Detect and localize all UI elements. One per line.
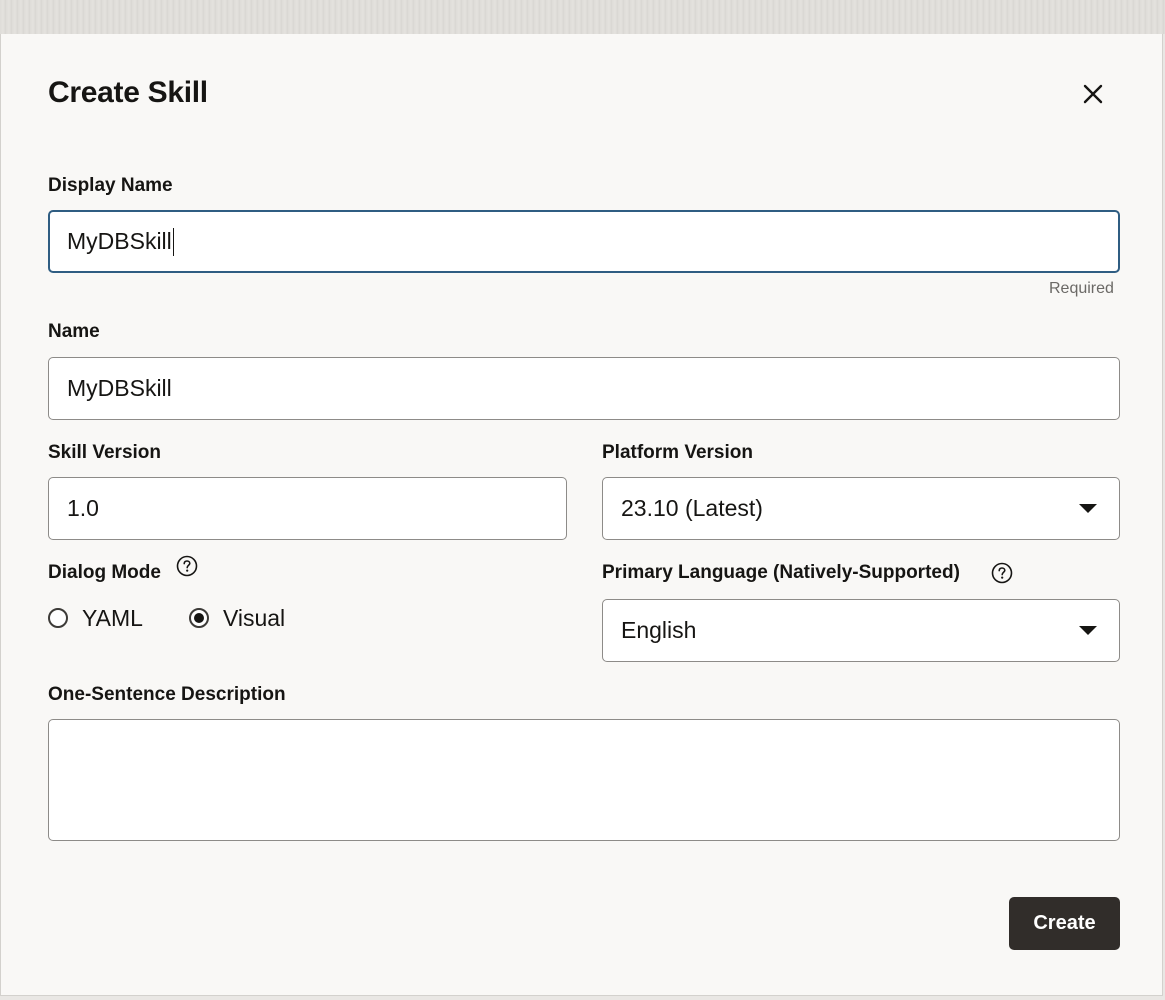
dialog-mode-label: Dialog Mode: [48, 562, 161, 583]
help-icon[interactable]: [176, 555, 198, 577]
primary-language-label: Primary Language (Natively-Supported): [602, 562, 960, 583]
radio-button-selected[interactable]: [188, 608, 209, 628]
display-name-input[interactable]: MyDBSkill: [48, 210, 1120, 273]
radio-yaml-label: YAML: [82, 604, 143, 631]
primary-language-value: English: [621, 617, 697, 643]
platform-version-value: 23.10 (Latest): [621, 495, 763, 521]
chevron-down-icon: [1079, 504, 1097, 513]
radio-selected-dot: [193, 613, 204, 623]
close-icon: [1083, 84, 1103, 104]
display-name-value: MyDBSkill: [67, 228, 172, 254]
page-backdrop: [0, 0, 1165, 34]
chevron-down-icon: [1079, 626, 1097, 635]
help-icon[interactable]: [991, 562, 1013, 584]
radio-yaml[interactable]: YAML: [48, 605, 143, 632]
display-name-label: Display Name: [48, 175, 173, 196]
text-caret: [172, 227, 175, 256]
create-skill-dialog: Create Skill Display Name MyDBSkill Requ…: [0, 34, 1163, 996]
close-button[interactable]: [1073, 74, 1113, 114]
description-label: One-Sentence Description: [48, 684, 286, 705]
create-button[interactable]: Create: [1009, 897, 1120, 950]
dialog-mode-radio-group: YAML Visual: [48, 604, 331, 632]
skill-version-label: Skill Version: [48, 442, 161, 463]
name-label: Name: [48, 321, 100, 342]
primary-language-select[interactable]: English: [602, 599, 1120, 662]
skill-version-value: 1.0: [67, 495, 99, 521]
platform-version-select[interactable]: 23.10 (Latest): [602, 477, 1120, 540]
platform-version-label: Platform Version: [602, 442, 753, 463]
description-textarea[interactable]: [48, 719, 1120, 841]
name-value: MyDBSkill: [67, 375, 172, 401]
dialog-title: Create Skill: [48, 76, 208, 109]
skill-version-input[interactable]: 1.0: [48, 477, 567, 540]
name-input[interactable]: MyDBSkill: [48, 357, 1120, 420]
radio-button-unselected[interactable]: [48, 608, 68, 628]
radio-visual-label: Visual: [222, 604, 286, 631]
radio-visual[interactable]: Visual: [188, 604, 286, 632]
required-hint: Required: [1049, 280, 1114, 297]
